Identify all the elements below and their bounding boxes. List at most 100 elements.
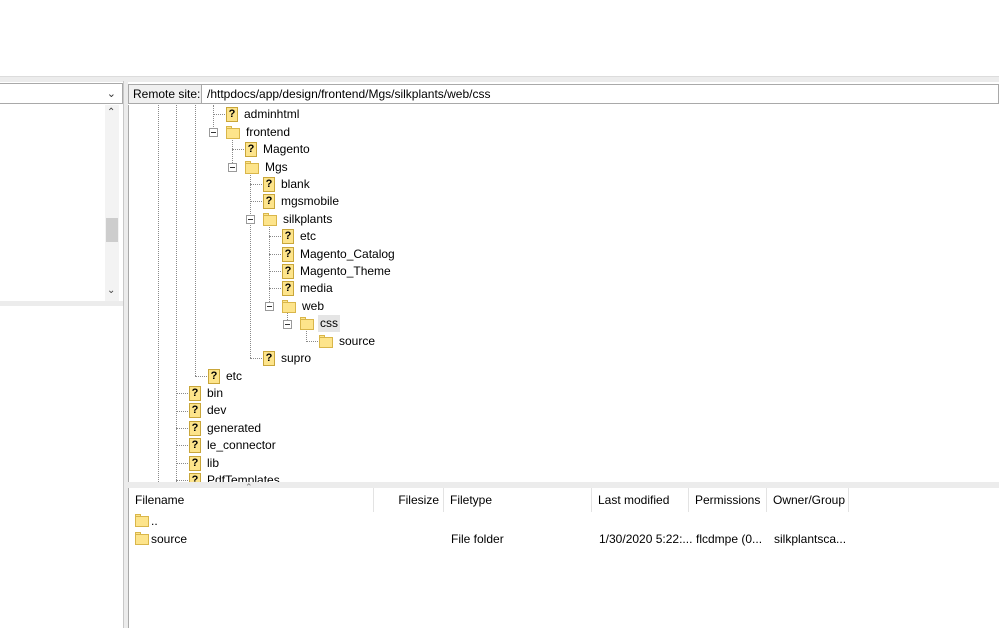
collapse-icon[interactable] [228,163,237,172]
folder-icon [282,300,296,313]
file-owner: silkplantsca... [774,532,847,546]
scroll-down-icon[interactable]: ⌄ [107,285,115,296]
tree-node-magento[interactable]: ? Magento [245,141,312,158]
file-name: source [151,532,188,546]
column-header-permissions[interactable]: Permissions [689,488,767,512]
scrollbar-thumb[interactable] [106,218,118,242]
question-folder-icon: ? [189,386,201,401]
question-folder-icon: ? [226,107,238,122]
tree-node-le-connector[interactable]: ? le_connector [189,437,278,454]
remote-tree[interactable]: ? adminhtml frontend ? Magento Mgs ? bla… [128,105,999,482]
column-header-filetype[interactable]: Filetype [444,488,592,512]
tree-node-pdftemplates[interactable]: ? PdfTemplates [189,472,282,482]
remote-site-path-input[interactable]: /httpdocs/app/design/frontend/Mgs/silkpl… [201,84,999,104]
question-folder-icon: ? [282,281,294,296]
folder-icon [245,161,259,174]
question-folder-icon: ? [208,369,220,384]
tree-connector [195,376,209,377]
tree-node-dev[interactable]: ? dev [189,402,228,419]
tree-connector [269,271,283,272]
tree-connector [306,341,320,342]
file-row-parent[interactable]: .. [129,513,999,530]
file-permissions: flcdmpe (0... [696,532,763,546]
file-name: .. [151,514,158,528]
remote-site-label: Remote site: [128,84,206,104]
chevron-down-icon[interactable]: ⌄ [107,87,116,100]
collapse-icon[interactable] [265,302,274,311]
question-folder-icon: ? [189,421,201,436]
tree-connector [232,149,246,150]
tree-connector [176,480,190,481]
tree-node-adminhtml[interactable]: ? adminhtml [226,106,301,123]
tree-connector [176,411,190,412]
top-separator [0,76,999,82]
folder-icon [135,532,149,550]
tree-node-source[interactable]: source [319,333,377,350]
collapse-icon[interactable] [209,128,218,137]
question-folder-icon: ? [189,438,201,453]
question-folder-icon: ? [245,142,257,157]
tree-connector [250,184,264,185]
local-file-list[interactable] [0,306,123,628]
scroll-up-icon[interactable]: ⌃ [107,107,115,118]
collapse-icon[interactable] [246,215,255,224]
tree-node-web[interactable]: web [282,298,326,315]
tree-connector [269,254,283,255]
tree-node-media[interactable]: ? media [282,280,335,297]
question-folder-icon: ? [189,473,201,482]
tree-connector [176,463,190,464]
tree-node-bin[interactable]: ? bin [189,385,225,402]
folder-icon [135,514,149,532]
tree-node-frontend[interactable]: frontend [226,124,292,141]
tree-node-blank[interactable]: ? blank [263,176,312,193]
tree-node-mgsmobile[interactable]: ? mgsmobile [263,193,341,210]
question-folder-icon: ? [282,229,294,244]
local-tree-scrollbar[interactable]: ⌃ ⌄ [105,105,119,301]
file-type: File folder [451,532,504,546]
tree-connector [269,236,283,237]
tree-node-lib[interactable]: ? lib [189,455,221,472]
collapse-icon[interactable] [283,320,292,329]
tree-node-supro[interactable]: ? supro [263,350,313,367]
question-folder-icon: ? [263,194,275,209]
folder-icon [300,317,314,330]
folder-icon [226,126,240,139]
folder-icon [263,213,277,226]
tree-node-magento-theme[interactable]: ? Magento_Theme [282,263,393,280]
local-tree[interactable]: ⌃ ⌄ [0,105,123,302]
tree-node-magento-catalog[interactable]: ? Magento_Catalog [282,246,397,263]
tree-guide-line [158,105,159,482]
tree-connector [176,445,190,446]
tree-connector [250,201,264,202]
tree-guide-line [195,105,196,376]
tree-guide-line [176,105,177,482]
tree-guide-line [232,137,233,165]
tree-guide-line [250,172,251,358]
tree-node-css[interactable]: css [300,315,340,332]
column-header-owner-group[interactable]: Owner/Group [767,488,849,512]
tree-connector [250,358,264,359]
tree-connector [176,393,190,394]
column-header-filesize[interactable]: Filesize [374,488,444,512]
tree-node-generated[interactable]: ? generated [189,420,263,437]
file-modified: 1/30/2020 5:22:... [599,532,693,546]
local-site-dropdown[interactable]: ⌄ [0,83,123,104]
folder-icon [319,335,333,348]
tree-connector [176,428,190,429]
question-folder-icon: ? [189,456,201,471]
tree-node-silkplants[interactable]: silkplants [263,211,334,228]
tree-connector [213,114,227,115]
column-header-filename[interactable]: Filename [129,488,374,512]
question-folder-icon: ? [189,403,201,418]
tree-connector [269,288,283,289]
file-row-source[interactable]: source File folder 1/30/2020 5:22:... fl… [129,531,999,548]
question-folder-icon: ? [263,351,275,366]
question-folder-icon: ? [263,177,275,192]
tree-node-etc-2[interactable]: ? etc [208,368,244,385]
question-folder-icon: ? [282,247,294,262]
column-header-last-modified[interactable]: Last modified [592,488,689,512]
remote-file-list[interactable]: ⌃ Filename Filesize Filetype Last modifi… [128,482,999,628]
question-folder-icon: ? [282,264,294,279]
tree-node-mgs[interactable]: Mgs [245,159,290,176]
tree-node-etc[interactable]: ? etc [282,228,318,245]
